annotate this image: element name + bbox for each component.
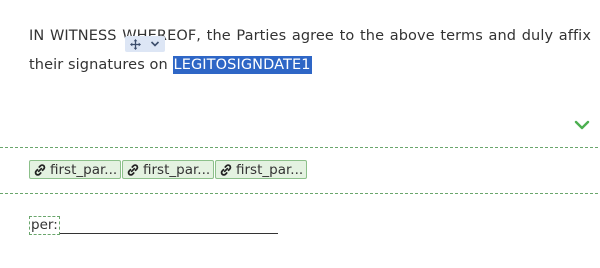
chevron-down-icon <box>574 120 590 130</box>
witness-paragraph: IN WITNESS WHEREOF, the Parties agree to… <box>29 22 591 80</box>
signature-field-label: first_par... <box>143 161 211 178</box>
link-icon <box>127 163 139 176</box>
signature-underline <box>59 216 278 234</box>
section-collapse-toggle[interactable] <box>572 116 592 134</box>
signature-fields-row: first_par... first_par... first_par... <box>29 160 307 179</box>
move-icon[interactable] <box>125 36 145 52</box>
signature-field-chip[interactable]: first_par... <box>215 160 307 179</box>
signature-line-row: per: <box>29 216 278 235</box>
signature-field-label: first_par... <box>236 161 304 178</box>
section-divider-bottom <box>0 193 598 194</box>
link-icon <box>34 163 46 176</box>
section-divider-top <box>0 147 598 148</box>
signature-field-chip[interactable]: first_par... <box>29 160 121 179</box>
link-icon <box>220 163 232 176</box>
date-placeholder-selected[interactable]: LEGITOSIGNDATE1 <box>172 56 312 74</box>
chevron-down-icon[interactable] <box>145 36 165 52</box>
signature-field-label: first_par... <box>50 161 118 178</box>
field-mini-toolbar <box>125 36 165 52</box>
signature-field-chip[interactable]: first_par... <box>122 160 214 179</box>
per-label-field[interactable]: per: <box>29 216 60 235</box>
